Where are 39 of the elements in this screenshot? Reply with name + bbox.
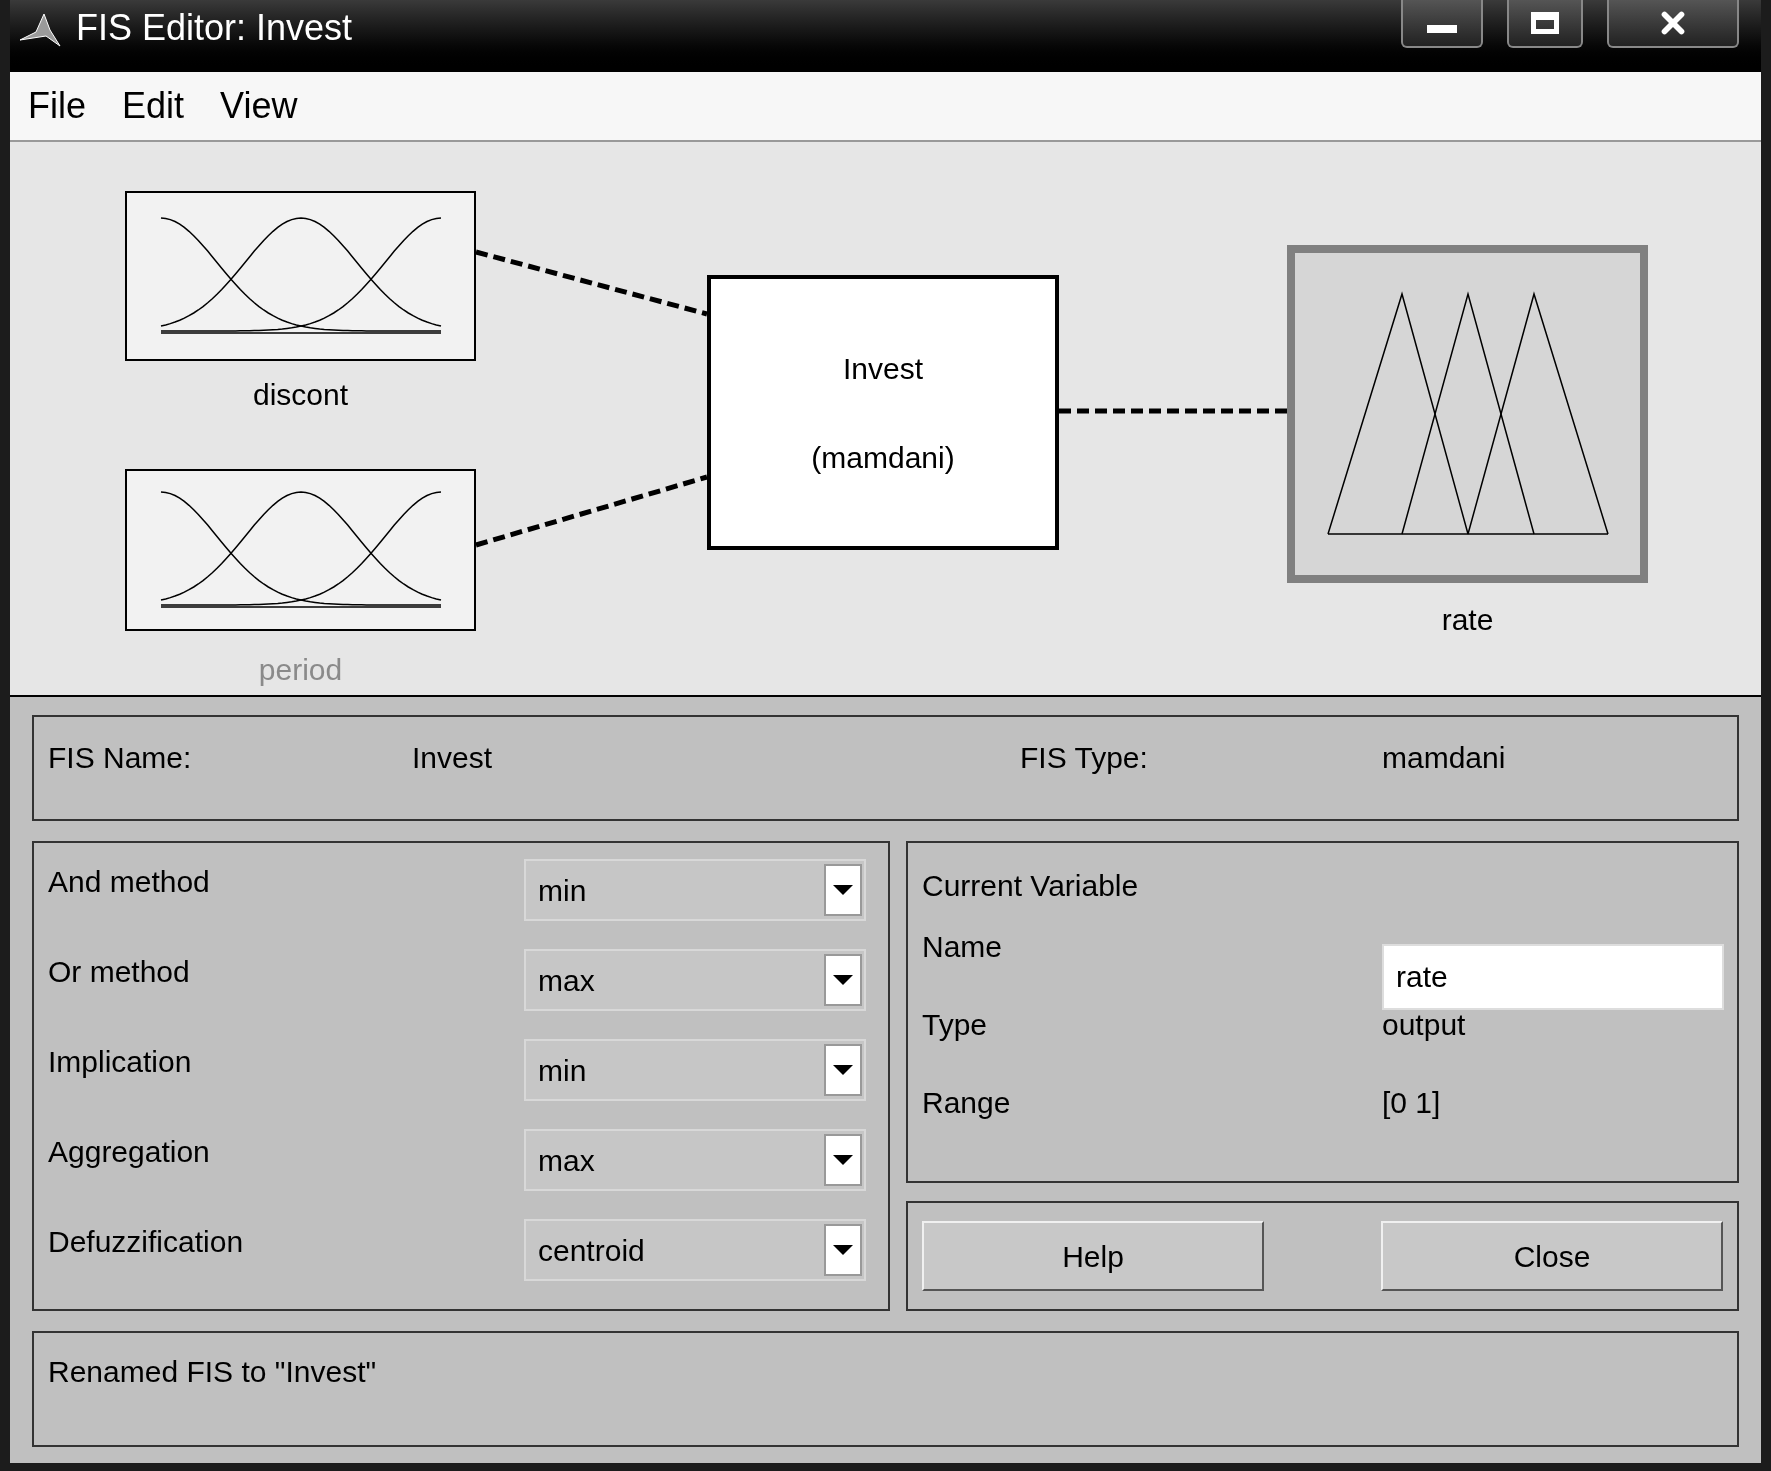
menu-item[interactable]: View (220, 79, 298, 133)
status-message: Renamed FIS to "Invest" (48, 1355, 377, 1388)
variable-label: period (257, 652, 344, 688)
menu-item[interactable]: Edit (122, 79, 185, 133)
minimize-button[interactable] (1401, 0, 1483, 48)
method-dropdown[interactable]: min (524, 859, 866, 921)
fis-name-label: FIS Name: (48, 740, 193, 776)
fis-name-value: Invest (412, 740, 494, 776)
method-dropdown[interactable]: max (524, 949, 866, 1011)
field-value: [0 1] (1382, 1085, 1442, 1121)
window-title: FIS Editor: Invest (76, 10, 353, 46)
variable-label: discont (251, 377, 350, 413)
system-box[interactable]: Invest (mamdani) (707, 275, 1059, 550)
name-input-field[interactable]: rate (1382, 944, 1724, 1010)
dialog-button[interactable]: Close (1381, 1221, 1723, 1291)
method-label: Or method (48, 954, 190, 990)
field-value: output (1382, 1007, 1467, 1043)
method-dropdown[interactable]: max (524, 1129, 866, 1191)
method-label: And method (48, 864, 210, 900)
method-dropdown[interactable]: centroid (524, 1219, 866, 1281)
method-label: Implication (48, 1044, 192, 1080)
minimize-icon (1427, 25, 1457, 33)
method-label: Defuzzification (48, 1224, 244, 1260)
dialog-button[interactable]: Help (922, 1221, 1264, 1291)
panel-title: Current Variable (922, 868, 1140, 904)
maximize-button[interactable] (1507, 0, 1583, 48)
fis-type-label: FIS Type: (1020, 740, 1149, 776)
menu-item[interactable]: File (28, 79, 86, 133)
method-dropdown[interactable]: min (524, 1039, 866, 1101)
variable-label: rate (1440, 602, 1495, 638)
variable-box[interactable] (125, 191, 476, 361)
field-label: Type (922, 1007, 989, 1043)
field-label: Name (922, 929, 1004, 965)
variable-box[interactable] (125, 469, 476, 631)
maximize-icon (1531, 12, 1559, 34)
field-label: Range (922, 1085, 1012, 1121)
close-button[interactable] (1607, 0, 1739, 48)
fis-type-value: mamdani (1382, 740, 1507, 776)
method-label: Aggregation (48, 1134, 210, 1170)
